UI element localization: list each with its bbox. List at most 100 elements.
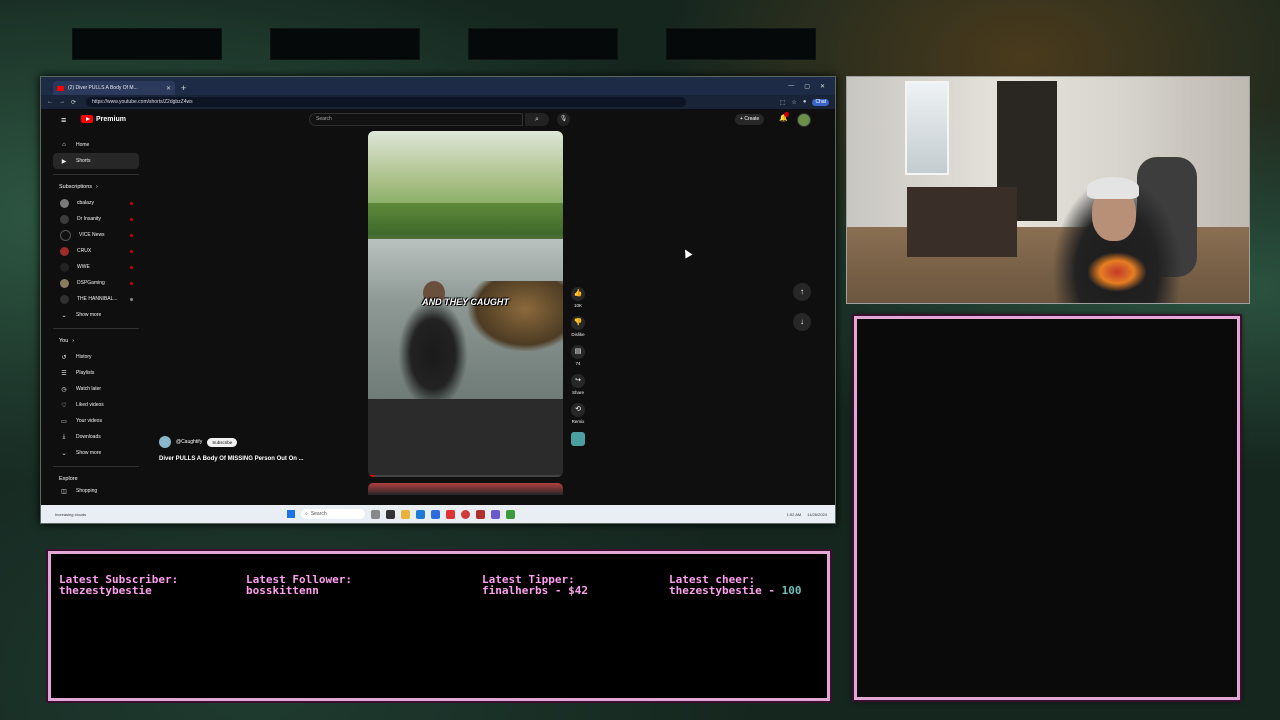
obs-icon[interactable]	[446, 509, 455, 519]
app-icon[interactable]	[386, 509, 395, 519]
previous-short-button[interactable]: ↑	[793, 283, 811, 301]
sidebar-channel[interactable]: cbalazy	[53, 195, 139, 211]
sidebar-item-your-videos[interactable]: ▭ Your videos	[53, 413, 139, 429]
sidebar-channel[interactable]: Dr Insanity	[53, 211, 139, 227]
audio-thumbnail[interactable]	[571, 432, 585, 446]
refresh-button[interactable]: ⟳	[71, 99, 76, 106]
search-button[interactable]: ⌕	[525, 113, 549, 126]
remix-icon[interactable]: ⟲	[571, 403, 585, 417]
sidebar-channel[interactable]: CRUX	[53, 243, 139, 259]
extensions-icon[interactable]: ⬚	[780, 99, 786, 106]
menu-icon[interactable]: ≡	[61, 115, 66, 125]
sidebar-you-header[interactable]: You ›	[53, 333, 139, 349]
history-icon: ↺	[61, 354, 67, 361]
sidebar-item-shorts[interactable]: ▶ Shorts	[53, 153, 139, 169]
sidebar-show-more[interactable]: ⌄ Show more	[53, 307, 139, 323]
comment-icon[interactable]: ▤	[571, 345, 585, 359]
youtube-app-icon[interactable]	[476, 509, 485, 519]
sidebar: ⌂ Home ▶ Shorts Subscriptions › cbalazy …	[53, 137, 139, 495]
subscriptions-label: Subscriptions	[59, 184, 93, 190]
sidebar-item-playlists[interactable]: ☰ Playlists	[53, 365, 139, 381]
live-dot	[130, 265, 133, 269]
show-more-label: Show more	[76, 450, 102, 456]
windows-start-icon[interactable]	[287, 510, 295, 518]
maximize-button[interactable]: ▢	[804, 83, 810, 90]
forward-button[interactable]: →	[59, 99, 65, 105]
video-frame-bottom	[368, 399, 563, 477]
sidebar-item-shopping[interactable]: ◫ Shopping	[53, 487, 139, 495]
sidebar-show-more[interactable]: ⌄ Show more	[53, 445, 139, 461]
channel-name: WWE	[77, 264, 90, 270]
edge-icon[interactable]	[416, 509, 425, 519]
sidebar-channel[interactable]: DSPGaming	[53, 275, 139, 291]
sidebar-channel[interactable]: WWE	[53, 259, 139, 275]
sidebar-channel[interactable]: VICE News	[53, 227, 139, 243]
close-tab-icon[interactable]: ✕	[166, 85, 171, 92]
voice-search-button[interactable]: 🎙	[557, 113, 570, 126]
chat-button[interactable]: Chat	[812, 98, 829, 106]
sidebar-item-downloads[interactable]: ⤓ Downloads	[53, 429, 139, 445]
overlay-top-box-1	[72, 28, 222, 60]
remix-action[interactable]: ⟲ Remix	[567, 403, 589, 424]
youtube-logo[interactable]: Premium	[81, 115, 126, 123]
file-explorer-icon[interactable]	[401, 509, 410, 519]
search-icon: ⌕	[535, 116, 539, 123]
latest-cheer-value: thezestybestie -	[669, 584, 782, 597]
taskbar-date[interactable]: 11/26/2024	[807, 512, 827, 517]
dislike-action[interactable]: 👎 Dislike	[567, 316, 589, 337]
sidebar-subscriptions-header[interactable]: Subscriptions ›	[53, 179, 139, 195]
url-text: https://www.youtube.com/shorts/Z2dgbzZ4w…	[92, 99, 193, 105]
discord-icon[interactable]	[491, 509, 500, 519]
short-channel-handle[interactable]: @Caughtify	[176, 439, 202, 445]
video-progress-bar[interactable]	[368, 475, 563, 477]
like-action[interactable]: 👍 10K	[567, 287, 589, 308]
sidebar-item-watch-later[interactable]: ◷ Watch later	[53, 381, 139, 397]
new-tab-button[interactable]: +	[181, 83, 186, 93]
bookmark-star-icon[interactable]: ☆	[791, 99, 796, 106]
subscribe-button[interactable]: Subscribe	[207, 437, 238, 447]
next-short-button[interactable]: ↓	[793, 313, 811, 331]
short-title[interactable]: Diver PULLS A Body Of MISSING Person Out…	[159, 456, 304, 462]
store-icon[interactable]	[431, 509, 440, 519]
comment-count: 74	[575, 361, 581, 366]
profile-icon[interactable]: ●	[803, 99, 807, 106]
sidebar-item-label: History	[76, 354, 92, 360]
close-window-button[interactable]: ✕	[820, 83, 825, 90]
latest-cheer: Latest cheer: thezestybestie - 100	[669, 574, 801, 596]
comment-action[interactable]: ▤ 74	[567, 345, 589, 366]
next-short-preview[interactable]	[368, 483, 563, 495]
create-button[interactable]: + Create	[735, 114, 765, 125]
terminal-icon[interactable]	[506, 509, 515, 519]
shorts-video-player[interactable]: AND THEY CAUGHT	[368, 131, 563, 477]
chrome-icon[interactable]	[461, 509, 470, 519]
taskbar-weather[interactable]: Increasing clouds	[55, 512, 86, 517]
browser-tab[interactable]: (2) Diver PULLS A Body Of M... ✕	[53, 81, 175, 95]
account-avatar[interactable]	[797, 113, 811, 127]
video-frame-diver	[398, 299, 468, 399]
dislike-icon[interactable]: 👎	[571, 316, 585, 330]
share-icon[interactable]: ↪	[571, 374, 585, 388]
share-label: Share	[571, 390, 584, 395]
back-button[interactable]: ←	[47, 99, 53, 105]
sidebar-item-home[interactable]: ⌂ Home	[53, 137, 139, 153]
youtube-play-icon	[81, 115, 93, 123]
minimize-button[interactable]: —	[788, 83, 794, 90]
sidebar-item-label: Home	[76, 142, 90, 148]
search-input[interactable]: Search	[309, 113, 523, 126]
short-channel-avatar[interactable]	[159, 436, 171, 448]
sidebar-item-history[interactable]: ↺ History	[53, 349, 139, 365]
task-view-icon[interactable]	[371, 509, 380, 519]
arrow-up-icon: ↑	[800, 287, 804, 296]
chevron-down-icon: ⌄	[61, 450, 67, 457]
overlay-top-box-2	[270, 28, 420, 60]
taskbar-search[interactable]: ⌕ Search	[301, 509, 365, 519]
overlay-top-box-3	[468, 28, 618, 60]
url-field[interactable]: https://www.youtube.com/shorts/Z2dgbzZ4w…	[86, 97, 687, 107]
share-action[interactable]: ↪ Share	[567, 374, 589, 395]
like-icon[interactable]: 👍	[571, 287, 585, 301]
taskbar-clock[interactable]: 1:52 AM	[787, 512, 802, 517]
youtube-favicon-icon	[57, 85, 64, 91]
sidebar-item-liked[interactable]: ♡ Liked videos	[53, 397, 139, 413]
live-dot	[130, 201, 133, 205]
sidebar-channel[interactable]: THE HANNIBAL...	[53, 291, 139, 307]
